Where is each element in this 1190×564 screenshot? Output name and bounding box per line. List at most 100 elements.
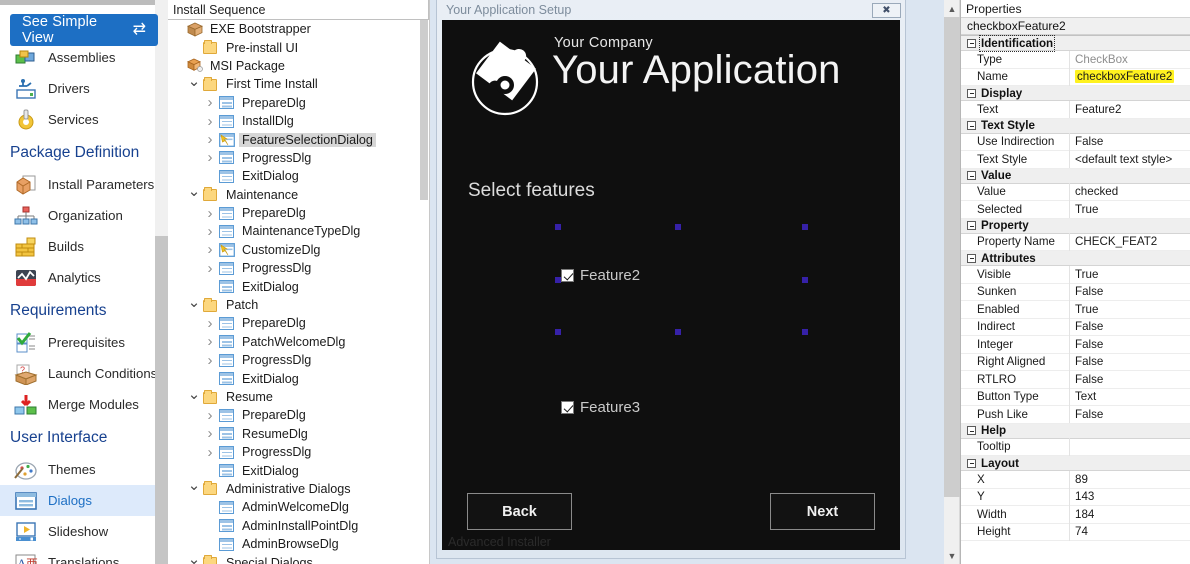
tree-item-pre-install-ui[interactable]: Pre-install UI: [168, 38, 420, 56]
property-row[interactable]: Property Name CHECK_FEAT2: [961, 233, 1190, 251]
property-row[interactable]: Indirect False: [961, 318, 1190, 336]
chevron-right-icon[interactable]: [202, 261, 218, 276]
tree-item-progressdlg[interactable]: ProgressDlg: [168, 259, 420, 277]
tree-scrollbar[interactable]: [420, 20, 428, 564]
selection-handle-s[interactable]: [675, 329, 681, 335]
property-value[interactable]: False: [1069, 283, 1190, 301]
property-category-attributes[interactable]: Attributes: [961, 251, 1190, 266]
selection-handle-nw[interactable]: [555, 224, 561, 230]
collapse-icon[interactable]: [967, 121, 976, 130]
property-category-display[interactable]: Display: [961, 86, 1190, 101]
sidebar-item-analytics[interactable]: Analytics: [0, 262, 158, 293]
property-value[interactable]: <default text style>: [1069, 150, 1190, 168]
property-value[interactable]: 143: [1069, 488, 1190, 506]
collapse-icon[interactable]: [967, 38, 976, 48]
property-value[interactable]: 184: [1069, 505, 1190, 523]
chevron-right-icon[interactable]: [202, 316, 218, 331]
chevron-right-icon[interactable]: [202, 95, 218, 110]
sidebar-scrollbar-thumb[interactable]: [155, 236, 168, 564]
tree-item-progressdlg[interactable]: ProgressDlg: [168, 149, 420, 167]
property-row[interactable]: Name checkboxFeature2: [961, 68, 1190, 86]
tree-item-patch[interactable]: Patch: [168, 296, 420, 314]
property-value[interactable]: True: [1069, 300, 1190, 318]
property-row[interactable]: Sunken False: [961, 283, 1190, 301]
collapse-icon[interactable]: [967, 88, 976, 98]
selection-handle-n[interactable]: [675, 224, 681, 230]
sidebar-item-translations[interactable]: A 亜 Translations: [0, 547, 158, 564]
install-sequence-tree[interactable]: EXE Bootstrapper Pre-install UI MSI Packag…: [168, 20, 420, 564]
selection-handle-ne[interactable]: [802, 224, 808, 230]
sidebar-item-prerequisites[interactable]: Prerequisites: [0, 327, 158, 358]
tree-item-adminwelcomedlg[interactable]: AdminWelcomeDlg: [168, 498, 420, 516]
back-button[interactable]: Back: [467, 493, 572, 530]
property-value[interactable]: 74: [1069, 523, 1190, 541]
properties-grid[interactable]: Identification Type CheckBox Name checkboxFe…: [961, 34, 1190, 541]
property-value[interactable]: False: [1069, 370, 1190, 388]
tree-item-progressdlg[interactable]: ProgressDlg: [168, 443, 420, 461]
checkbox-feature3[interactable]: Feature3: [561, 399, 640, 416]
chevron-right-icon[interactable]: [202, 334, 218, 349]
selection-handle-se[interactable]: [802, 329, 808, 335]
tree-item-installdlg[interactable]: InstallDlg: [168, 112, 420, 130]
property-row[interactable]: Type CheckBox: [961, 50, 1190, 69]
chevron-down-icon[interactable]: [186, 187, 202, 202]
property-value[interactable]: False: [1069, 353, 1190, 371]
tree-item-admininstallpointdlg[interactable]: AdminInstallPointDlg: [168, 517, 420, 535]
chevron-down-icon[interactable]: [186, 77, 202, 92]
tree-item-preparedlg[interactable]: PrepareDlg: [168, 94, 420, 112]
tree-item-exitdialog[interactable]: ExitDialog: [168, 461, 420, 479]
property-row[interactable]: Visible True: [961, 265, 1190, 284]
property-row[interactable]: Y 143: [961, 488, 1190, 506]
collapse-icon[interactable]: [967, 171, 976, 180]
tree-item-msi-package[interactable]: MSI Package: [168, 57, 420, 75]
property-value[interactable]: False: [1069, 133, 1190, 151]
chevron-right-icon[interactable]: [202, 242, 218, 257]
chevron-right-icon[interactable]: [202, 353, 218, 368]
property-row[interactable]: Text Style <default text style>: [961, 150, 1190, 169]
tree-item-exitdialog[interactable]: ExitDialog: [168, 277, 420, 295]
property-row[interactable]: RTLRO False: [961, 370, 1190, 389]
property-row[interactable]: Push Like False: [961, 405, 1190, 424]
sidebar-item-launch-conditions[interactable]: ? Launch Conditions: [0, 358, 158, 389]
tree-item-featureselectiondialog[interactable]: FeatureSelectionDialog: [168, 130, 420, 148]
property-row[interactable]: Height 74: [961, 523, 1190, 541]
chevron-right-icon[interactable]: [202, 206, 218, 221]
selection-handle-w[interactable]: [555, 277, 561, 283]
sidebar-item-slideshow[interactable]: Slideshow: [0, 516, 158, 547]
property-category-property[interactable]: Property: [961, 218, 1190, 234]
property-row[interactable]: Right Aligned False: [961, 353, 1190, 371]
property-value[interactable]: CheckBox: [1069, 50, 1190, 68]
property-value[interactable]: checkboxFeature2: [1069, 68, 1190, 86]
chevron-up-icon[interactable]: ▲: [944, 0, 960, 17]
chevron-down-icon[interactable]: [186, 481, 202, 496]
chevron-down-icon[interactable]: ▼: [944, 547, 960, 564]
property-value[interactable]: False: [1069, 405, 1190, 423]
chevron-right-icon[interactable]: [202, 445, 218, 460]
tree-item-preparedlg[interactable]: PrepareDlg: [168, 204, 420, 222]
checkbox-feature3-box[interactable]: [561, 401, 574, 414]
collapse-icon[interactable]: [967, 458, 976, 468]
selection-handle-e[interactable]: [802, 277, 808, 283]
sidebar-item-assemblies[interactable]: Assemblies: [0, 42, 158, 73]
tree-item-exitdialog[interactable]: ExitDialog: [168, 167, 420, 185]
property-row[interactable]: Tooltip: [961, 438, 1190, 456]
property-row[interactable]: X 89: [961, 470, 1190, 489]
preview-scrollbar[interactable]: ▲ ▼: [944, 0, 960, 564]
property-category-value[interactable]: Value: [961, 168, 1190, 184]
property-value[interactable]: CHECK_FEAT2: [1069, 233, 1190, 251]
tree-item-special-dialogs[interactable]: Special Dialogs: [168, 553, 420, 564]
tree-item-preparedlg[interactable]: PrepareDlg: [168, 406, 420, 424]
preview-scrollbar-thumb[interactable]: [944, 17, 960, 497]
property-row[interactable]: Button Type Text: [961, 388, 1190, 406]
property-row[interactable]: Integer False: [961, 335, 1190, 354]
property-value[interactable]: True: [1069, 200, 1190, 218]
property-value[interactable]: False: [1069, 318, 1190, 336]
close-icon[interactable]: ✖: [872, 2, 901, 18]
property-category-identification[interactable]: Identification: [961, 34, 1190, 52]
sidebar-item-drivers[interactable]: Drivers: [0, 73, 158, 104]
chevron-right-icon[interactable]: [202, 150, 218, 165]
chevron-right-icon[interactable]: [202, 426, 218, 441]
sidebar-item-organization[interactable]: Organization: [0, 200, 158, 231]
property-row[interactable]: Use Indirection False: [961, 133, 1190, 151]
property-value[interactable]: True: [1069, 265, 1190, 283]
